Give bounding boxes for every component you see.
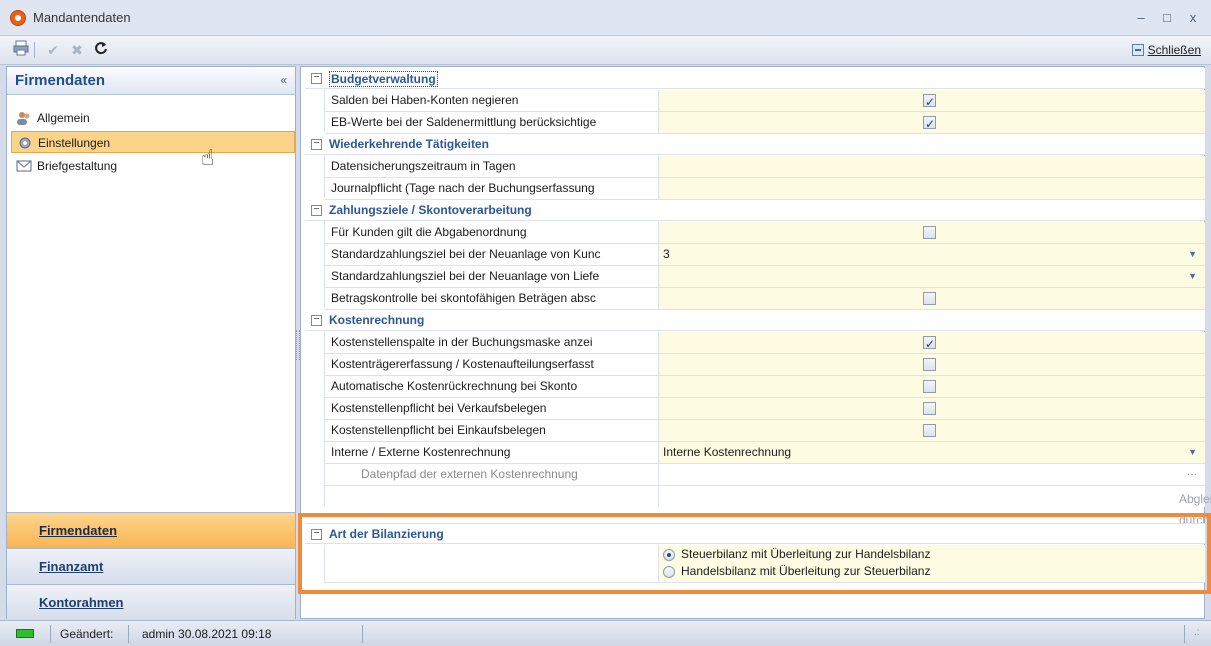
window-title: Mandantendaten xyxy=(33,10,131,25)
maximize-button[interactable]: □ xyxy=(1156,8,1178,28)
category-kostenrechnung[interactable]: − Kostenrechnung xyxy=(305,310,1205,331)
grid-row[interactable]: Standardzahlungsziel bei der Neuanlage v… xyxy=(325,244,1205,266)
users-icon xyxy=(17,112,30,125)
nav-button-finanzamt[interactable]: Finanzamt xyxy=(7,548,295,584)
checkbox[interactable] xyxy=(923,358,936,371)
chevron-down-icon[interactable]: ▼ xyxy=(1188,266,1197,287)
dropdown[interactable]: Interne Kostenrechnung ▼ xyxy=(659,442,1205,463)
nav-button-kontorahmen[interactable]: Kontorahmen xyxy=(7,584,295,620)
collapse-icon[interactable]: « xyxy=(280,73,287,87)
grid-row[interactable]: Kostenstellenpflicht bei Einkaufsbelegen xyxy=(325,420,1205,442)
left-navigation-panel: Firmendaten « Allgemein Einstellungen Br… xyxy=(6,66,296,620)
changed-label: Geändert: xyxy=(60,627,114,641)
checkbox[interactable] xyxy=(923,292,936,305)
category-zahlungsziele[interactable]: − Zahlungsziele / Skontoverarbeitung xyxy=(305,200,1205,221)
grid-row[interactable]: EB-Werte bei der Saldenermittlung berück… xyxy=(325,112,1205,135)
checkbox[interactable] xyxy=(923,402,936,415)
hand-cursor-icon: ☝ xyxy=(201,145,215,170)
refresh-icon[interactable] xyxy=(90,40,112,60)
title-bar: Mandantendaten – □ x xyxy=(0,0,1211,36)
collapse-toggle-icon[interactable]: − xyxy=(311,73,322,84)
dropdown[interactable]: 3 ▼ xyxy=(659,244,1205,265)
collapse-toggle-icon[interactable]: − xyxy=(311,315,322,326)
resize-grip-icon[interactable]: .: xyxy=(1194,627,1200,638)
close-window-button[interactable]: x xyxy=(1182,8,1204,28)
checkbox[interactable] xyxy=(923,114,936,135)
grid-row[interactable]: Kostenstellenspalte in der Buchungsmaske… xyxy=(325,332,1205,355)
grid-row[interactable]: Betragskontrolle bei skontofähigen Beträ… xyxy=(325,288,1205,310)
checkbox[interactable] xyxy=(923,92,936,113)
gear-icon xyxy=(19,137,31,149)
grid-row[interactable]: Datensicherungszeitraum in Tagen xyxy=(325,156,1205,178)
chevron-down-icon[interactable]: ▼ xyxy=(1188,244,1197,265)
collapse-toggle-icon[interactable]: − xyxy=(311,205,322,216)
collapse-toggle-icon[interactable]: − xyxy=(311,139,322,150)
nav-item-briefgestaltung[interactable]: Briefgestaltung xyxy=(11,155,295,177)
checkbox[interactable] xyxy=(923,334,936,355)
dropdown[interactable]: ▼ xyxy=(659,266,1205,287)
grid-row[interactable]: Standardzahlungsziel bei der Neuanlage v… xyxy=(325,266,1205,288)
grid-row[interactable]: Kostenstellenpflicht bei Verkaufsbelegen xyxy=(325,398,1205,420)
highlight-frame xyxy=(298,513,1211,594)
category-wiederkehrende-taetigkeiten[interactable]: − Wiederkehrende Tätigkeiten xyxy=(305,134,1205,155)
letter-icon xyxy=(16,160,32,172)
browse-icon[interactable]: ··· xyxy=(1187,464,1197,485)
grid-row[interactable]: Salden bei Haben-Konten negieren xyxy=(325,90,1205,113)
close-button[interactable]: Schließen xyxy=(1131,43,1201,57)
grid-row[interactable]: Kostenträgererfassung / Kostenaufteilung… xyxy=(325,354,1205,376)
grid-row[interactable]: Für Kunden gilt die Abgabenordnung xyxy=(325,222,1205,244)
exit-icon xyxy=(1131,44,1144,56)
grid-row[interactable]: Journalpflicht (Tage nach der Buchungser… xyxy=(325,178,1205,200)
grid-row: Abgleich durchführen xyxy=(325,486,1211,527)
cancel-icon[interactable]: ✖ xyxy=(66,40,88,60)
chevron-down-icon[interactable]: ▼ xyxy=(1188,442,1197,463)
panel-title: Firmendaten xyxy=(15,72,106,89)
grid-row[interactable]: Interne / Externe Kostenrechnung Interne… xyxy=(325,442,1205,464)
nav-item-einstellungen[interactable]: Einstellungen xyxy=(11,131,295,153)
category-budgetverwaltung[interactable]: − Budgetverwaltung xyxy=(305,68,1205,89)
grid-row[interactable]: Automatische Kostenrückrechnung bei Skon… xyxy=(325,376,1205,398)
grid-row[interactable]: Datenpfad der externen Kostenrechnung ··… xyxy=(325,464,1205,486)
checkbox[interactable] xyxy=(923,380,936,393)
status-bar: Geändert: admin 30.08.2021 09:18 .: xyxy=(0,620,1211,646)
checkbox[interactable] xyxy=(923,226,936,239)
toolbar: ✔ ✖ Schließen xyxy=(0,36,1211,65)
panel-header: Firmendaten « xyxy=(7,67,295,95)
print-icon[interactable] xyxy=(10,40,32,60)
changed-value: admin 30.08.2021 09:18 xyxy=(142,627,272,641)
checkbox[interactable] xyxy=(923,424,936,437)
nav-item-allgemein[interactable]: Allgemein xyxy=(11,107,295,129)
nav-button-firmendaten[interactable]: Firmendaten xyxy=(7,512,295,548)
app-icon xyxy=(10,10,26,26)
minimize-button[interactable]: – xyxy=(1130,8,1152,28)
status-led-icon xyxy=(16,629,34,638)
confirm-icon[interactable]: ✔ xyxy=(42,40,64,60)
